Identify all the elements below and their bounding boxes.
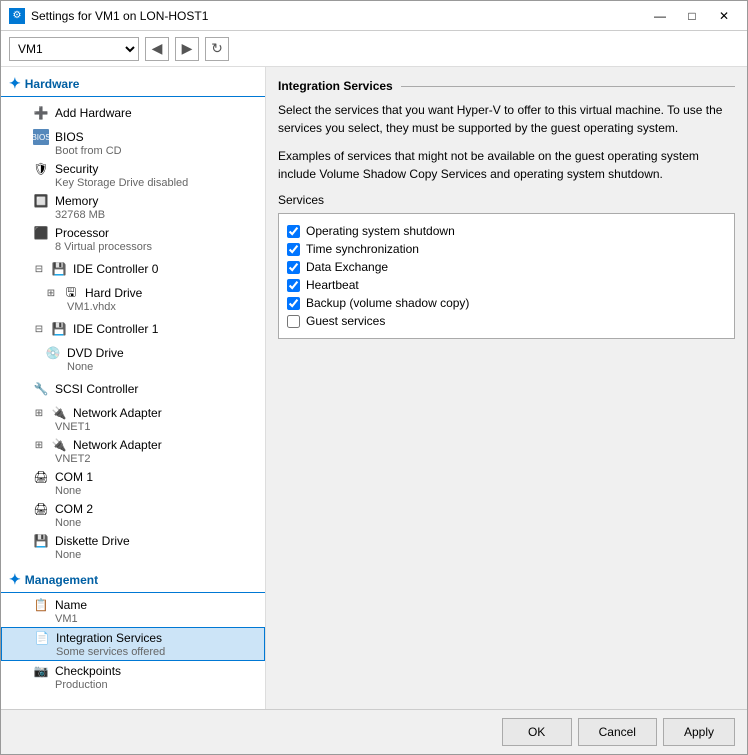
sidebar-item-add-hardware[interactable]: ➕ Add Hardware [1, 99, 265, 127]
refresh-button[interactable]: ↻ [205, 37, 229, 61]
sidebar-item-network-adapter-1[interactable]: ⊞ 🔌 Network Adapter VNET1 [1, 403, 265, 435]
os-shutdown-label: Operating system shutdown [306, 224, 455, 238]
bios-icon: BIOS [33, 129, 49, 145]
sidebar-item-processor[interactable]: ⬛ Processor 8 Virtual processors [1, 223, 265, 255]
maximize-button[interactable]: □ [677, 6, 707, 26]
service-heartbeat[interactable]: Heartbeat [287, 276, 726, 294]
com2-icon: 🖨 [33, 501, 49, 517]
integration-icon: 📄 [34, 630, 50, 646]
sidebar-item-network-adapter-2[interactable]: ⊞ 🔌 Network Adapter VNET2 [1, 435, 265, 467]
hardware-star-icon: ✦ [9, 75, 21, 92]
title-bar: ⚙ Settings for VM1 on LON-HOST1 — □ ✕ [1, 1, 747, 31]
apply-button[interactable]: Apply [663, 718, 735, 746]
window-title: Settings for VM1 on LON-HOST1 [31, 9, 645, 23]
right-panel: Integration Services Select the services… [266, 67, 747, 709]
services-label: Services [278, 193, 735, 207]
checkpoints-icon: 📷 [33, 663, 49, 679]
sidebar-item-com2[interactable]: 🖨 COM 2 None [1, 499, 265, 531]
window-controls: — □ ✕ [645, 6, 739, 26]
sidebar-item-checkpoints[interactable]: 📷 Checkpoints Production [1, 661, 265, 693]
sidebar-item-name[interactable]: 📋 Name VM1 [1, 595, 265, 627]
panel-section-header: Integration Services [278, 79, 735, 93]
settings-window: ⚙ Settings for VM1 on LON-HOST1 — □ ✕ VM… [0, 0, 748, 755]
backup-checkbox[interactable] [287, 297, 300, 310]
hdd-icon: 🖫 [63, 285, 79, 301]
time-sync-label: Time synchronization [306, 242, 419, 256]
os-shutdown-checkbox[interactable] [287, 225, 300, 238]
add-hardware-icon: ➕ [33, 105, 49, 121]
panel-description-2: Examples of services that might not be a… [278, 147, 735, 183]
toolbar: VM1 ◀ ▶ ↻ [1, 31, 747, 67]
ide0-expander[interactable]: ⊟ [33, 263, 45, 275]
panel-description-1: Select the services that you want Hyper-… [278, 101, 735, 137]
minimize-button[interactable]: — [645, 6, 675, 26]
net2-expander[interactable]: ⊞ [33, 439, 45, 451]
ide1-icon: 💾 [51, 321, 67, 337]
close-button[interactable]: ✕ [709, 6, 739, 26]
service-time-sync[interactable]: Time synchronization [287, 240, 726, 258]
sidebar-item-memory[interactable]: 🔲 Memory 32768 MB [1, 191, 265, 223]
ide0-icon: 💾 [51, 261, 67, 277]
integration-services-panel: Integration Services Select the services… [278, 79, 735, 339]
management-section-header: ✦ Management [1, 567, 265, 593]
forward-button[interactable]: ▶ [175, 37, 199, 61]
heartbeat-checkbox[interactable] [287, 279, 300, 292]
sidebar-item-hard-drive[interactable]: ⊞ 🖫 Hard Drive VM1.vhdx [1, 283, 265, 315]
ide1-expander[interactable]: ⊟ [33, 323, 45, 335]
data-exchange-label: Data Exchange [306, 260, 388, 274]
heartbeat-label: Heartbeat [306, 278, 359, 292]
dvd-icon: 💿 [45, 345, 61, 361]
sidebar-item-dvd-drive[interactable]: 💿 DVD Drive None [1, 343, 265, 375]
sidebar-item-integration-services[interactable]: 📄 Integration Services Some services off… [1, 627, 265, 661]
sidebar-item-diskette[interactable]: 💾 Diskette Drive None [1, 531, 265, 563]
service-os-shutdown[interactable]: Operating system shutdown [287, 222, 726, 240]
net1-expander[interactable]: ⊞ [33, 407, 45, 419]
hardware-section-header: ✦ Hardware [1, 71, 265, 97]
processor-icon: ⬛ [33, 225, 49, 241]
data-exchange-checkbox[interactable] [287, 261, 300, 274]
com1-icon: 🖨 [33, 469, 49, 485]
ok-button[interactable]: OK [502, 718, 572, 746]
sidebar-item-security[interactable]: 🛡 Security Key Storage Drive disabled [1, 159, 265, 191]
security-icon: 🛡 [33, 161, 49, 177]
network2-icon: 🔌 [51, 437, 67, 453]
sidebar-item-com1[interactable]: 🖨 COM 1 None [1, 467, 265, 499]
service-data-exchange[interactable]: Data Exchange [287, 258, 726, 276]
name-icon: 📋 [33, 597, 49, 613]
back-button[interactable]: ◀ [145, 37, 169, 61]
sidebar-item-bios[interactable]: BIOS BIOS Boot from CD [1, 127, 265, 159]
memory-icon: 🔲 [33, 193, 49, 209]
window-icon: ⚙ [9, 8, 25, 24]
network1-icon: 🔌 [51, 405, 67, 421]
service-guest-services[interactable]: Guest services [287, 312, 726, 330]
time-sync-checkbox[interactable] [287, 243, 300, 256]
management-star-icon: ✦ [9, 571, 21, 588]
sidebar-item-scsi-controller[interactable]: 🔧 SCSI Controller [1, 375, 265, 403]
guest-services-checkbox[interactable] [287, 315, 300, 328]
backup-label: Backup (volume shadow copy) [306, 296, 469, 310]
cancel-button[interactable]: Cancel [578, 718, 657, 746]
scsi-icon: 🔧 [33, 381, 49, 397]
services-box: Operating system shutdown Time synchroni… [278, 213, 735, 339]
vm-selector[interactable]: VM1 [9, 37, 139, 61]
service-backup[interactable]: Backup (volume shadow copy) [287, 294, 726, 312]
hdd-expander[interactable]: ⊞ [45, 287, 57, 299]
guest-services-label: Guest services [306, 314, 385, 328]
diskette-icon: 💾 [33, 533, 49, 549]
sidebar-item-ide-controller-0[interactable]: ⊟ 💾 IDE Controller 0 [1, 255, 265, 283]
sidebar: ✦ Hardware ➕ Add Hardware BIOS BIOS Boot… [1, 67, 266, 709]
bottom-bar: OK Cancel Apply [1, 709, 747, 754]
content-area: ✦ Hardware ➕ Add Hardware BIOS BIOS Boot… [1, 67, 747, 709]
sidebar-item-ide-controller-1[interactable]: ⊟ 💾 IDE Controller 1 [1, 315, 265, 343]
